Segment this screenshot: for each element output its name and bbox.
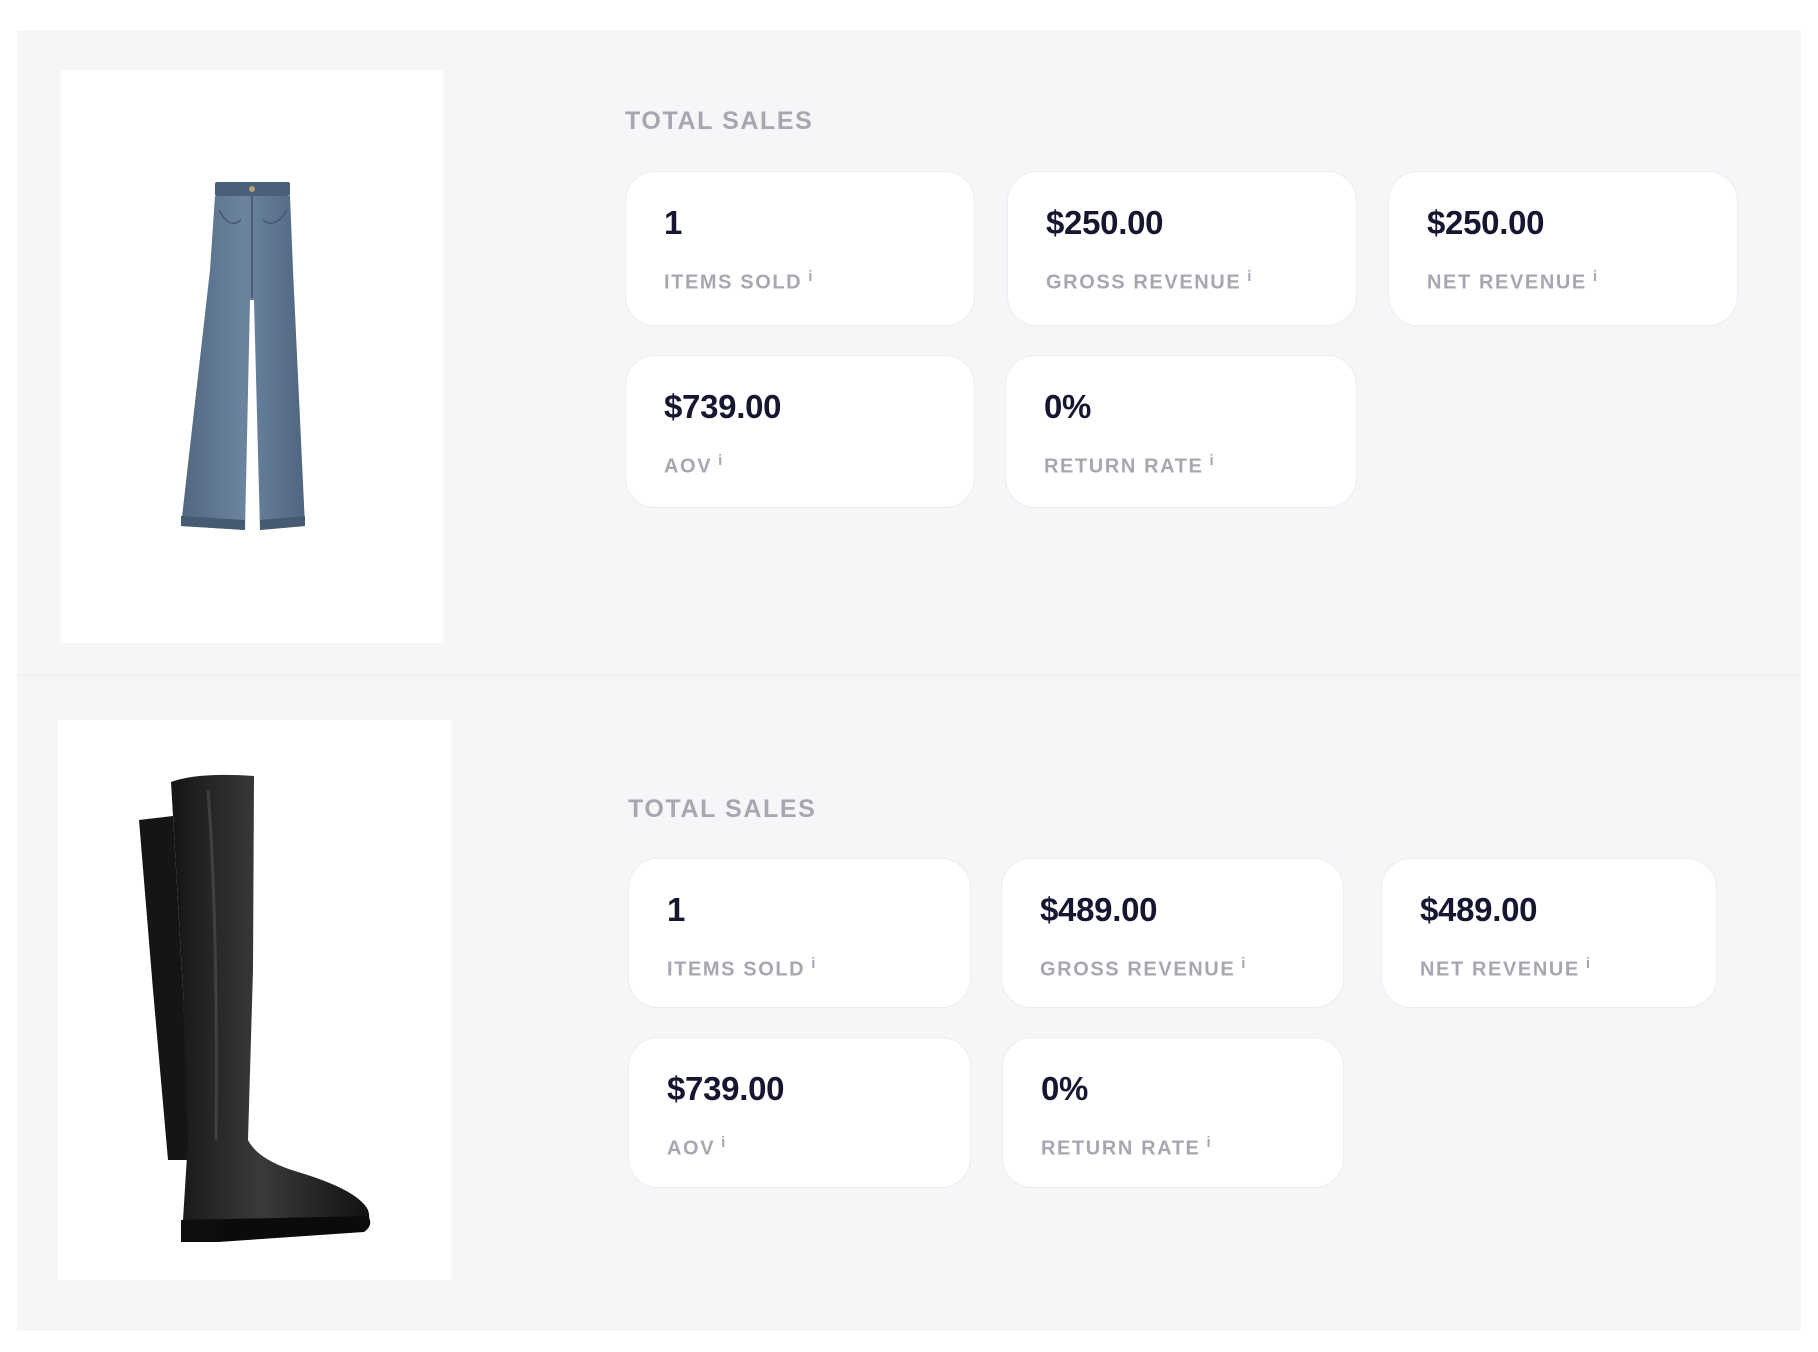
metric-label: RETURN RATE i: [1044, 452, 1214, 478]
info-icon[interactable]: i: [808, 268, 812, 285]
jeans-picture: [181, 182, 305, 530]
metric-label: NET REVENUE i: [1420, 955, 1591, 981]
section-title: TOTAL SALES: [628, 795, 817, 823]
info-icon[interactable]: i: [721, 1134, 725, 1151]
boot-picture: [139, 774, 371, 1242]
section-title: TOTAL SALES: [625, 107, 814, 135]
info-icon[interactable]: i: [718, 452, 722, 469]
info-icon[interactable]: i: [1209, 452, 1213, 469]
metric-card-gross-revenue: $489.00 GROSS REVENUE i: [1001, 858, 1344, 1008]
metric-value: 0%: [1041, 1070, 1089, 1107]
metric-card-net-revenue: $489.00 NET REVENUE i: [1381, 858, 1717, 1008]
metric-card-aov: $739.00 AOV i: [625, 355, 975, 508]
metric-label: ITEMS SOLD i: [664, 268, 813, 294]
metric-label: RETURN RATE i: [1041, 1134, 1211, 1160]
metric-card-items-sold: 1 ITEMS SOLD i: [625, 171, 975, 326]
metric-value: $489.00: [1420, 891, 1538, 928]
info-icon[interactable]: i: [1586, 955, 1590, 972]
metric-value: $250.00: [1427, 204, 1545, 241]
metric-value: 1: [664, 204, 683, 241]
metric-label: AOV i: [664, 452, 723, 478]
info-icon[interactable]: i: [1247, 268, 1251, 285]
metric-label: GROSS REVENUE i: [1046, 268, 1252, 294]
info-icon[interactable]: i: [811, 955, 815, 972]
metric-value: 0%: [1044, 388, 1092, 425]
section-divider: [17, 674, 1801, 676]
metric-card-items-sold: 1 ITEMS SOLD i: [628, 858, 971, 1008]
metric-label: NET REVENUE i: [1427, 268, 1598, 294]
info-icon[interactable]: i: [1593, 268, 1597, 285]
metric-label: GROSS REVENUE i: [1040, 955, 1246, 981]
metric-card-aov: $739.00 AOV i: [628, 1037, 971, 1188]
metric-card-net-revenue: $250.00 NET REVENUE i: [1388, 171, 1738, 326]
metric-label: ITEMS SOLD i: [667, 955, 816, 981]
metric-card-return-rate: 0% RETURN RATE i: [1005, 355, 1357, 508]
metric-value: 1: [667, 891, 686, 928]
metric-value: $739.00: [667, 1070, 785, 1107]
product-image-boot[interactable]: [58, 720, 451, 1280]
metric-card-gross-revenue: $250.00 GROSS REVENUE i: [1007, 171, 1357, 326]
metric-value: $739.00: [664, 388, 782, 425]
metric-card-return-rate: 0% RETURN RATE i: [1002, 1037, 1344, 1188]
metric-value: $489.00: [1040, 891, 1158, 928]
info-icon[interactable]: i: [1206, 1134, 1210, 1151]
product-image-jeans[interactable]: [61, 70, 443, 643]
info-icon[interactable]: i: [1241, 955, 1245, 972]
metric-value: $250.00: [1046, 204, 1164, 241]
metric-label: AOV i: [667, 1134, 726, 1160]
